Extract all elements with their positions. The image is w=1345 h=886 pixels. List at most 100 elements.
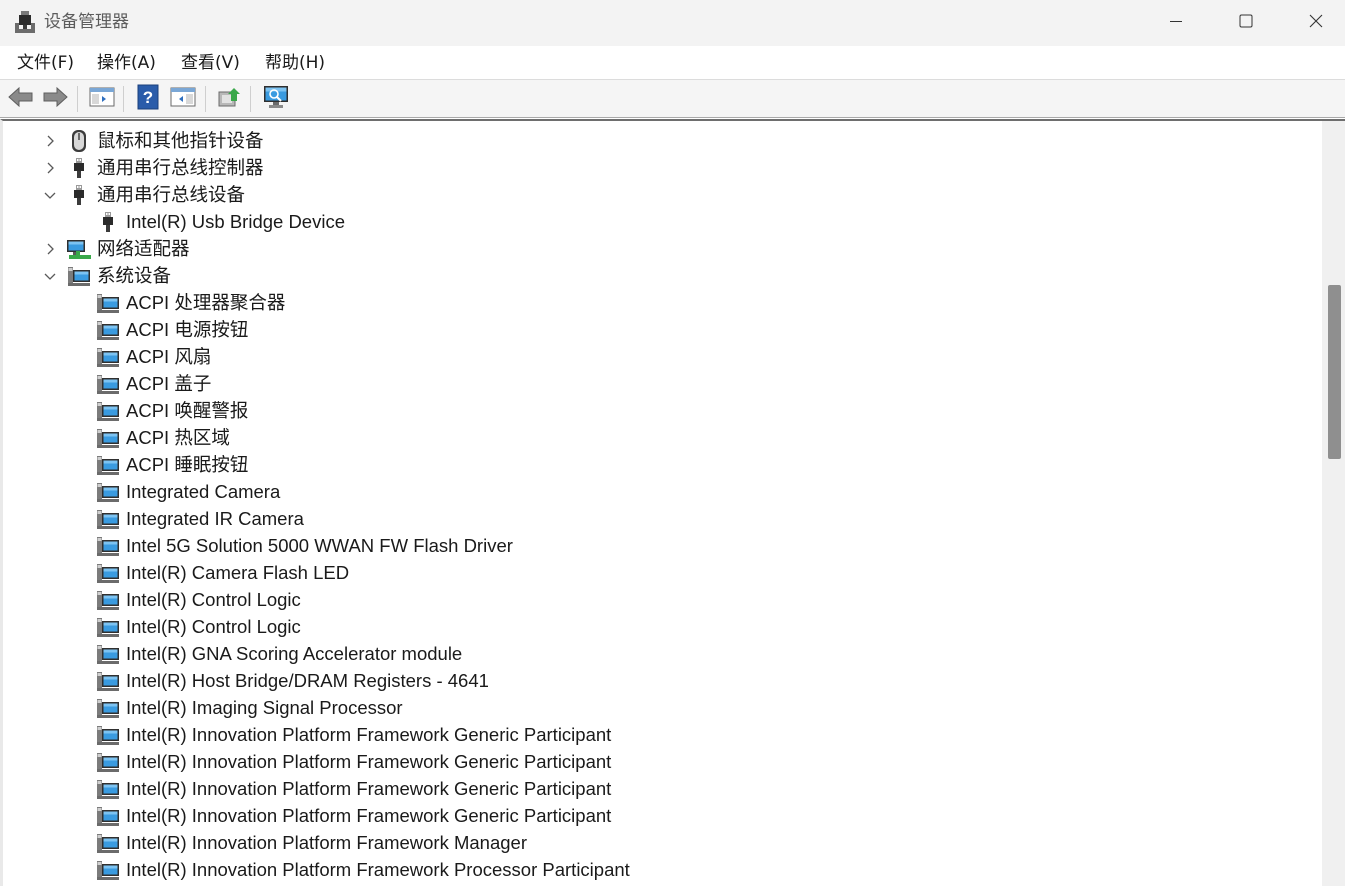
tree-device-item[interactable]: Intel(R) Innovation Platform Framework G…: [96, 802, 611, 829]
mouse-icon: [67, 130, 91, 152]
tree-category-usb-controllers[interactable]: 通用串行总线控制器: [67, 154, 264, 181]
tree-device-item[interactable]: Intel(R) Innovation Platform Framework G…: [96, 748, 611, 775]
tree-device-label: ACPI 热区域: [126, 426, 230, 448]
tree-device-item[interactable]: Intel(R) Innovation Platform Framework P…: [96, 856, 630, 883]
update-driver-icon: [216, 84, 242, 114]
expand-chevron-right-icon[interactable]: [42, 133, 58, 149]
tree-device-item[interactable]: ACPI 处理器聚合器: [96, 289, 285, 316]
tree-category-mouse[interactable]: 鼠标和其他指针设备: [67, 127, 264, 154]
expand-chevron-right-icon[interactable]: [42, 241, 58, 257]
system-device-icon: [96, 832, 120, 854]
system-device-icon: [96, 373, 120, 395]
tree-device-label: ACPI 电源按钮: [126, 318, 249, 340]
tree-device-item[interactable]: Intel(R) Control Logic: [96, 613, 301, 640]
tree-category-label: 系统设备: [97, 264, 172, 286]
tree-category-label: 鼠标和其他指针设备: [97, 129, 264, 151]
system-device-icon: [96, 670, 120, 692]
tree-device-item[interactable]: Integrated Camera: [96, 478, 280, 505]
system-device-icon: [96, 643, 120, 665]
show-hide-console-tree-button[interactable]: [87, 84, 117, 114]
menu-action[interactable]: 操作(A): [97, 52, 156, 74]
tree-device-item[interactable]: ACPI 电源按钮: [96, 316, 248, 343]
tree-category-usb-devices[interactable]: 通用串行总线设备: [67, 181, 245, 208]
tree-device-label: ACPI 处理器聚合器: [126, 291, 286, 313]
system-device-icon: [96, 535, 120, 557]
expand-chevron-right-icon[interactable]: [42, 160, 58, 176]
toolbar-separator: [250, 86, 251, 112]
scan-hardware-changes-icon: [262, 84, 290, 114]
svg-text:?: ?: [143, 88, 153, 107]
tree-device-item[interactable]: Intel(R) Innovation Platform Framework M…: [96, 829, 527, 856]
tree-device-label: Intel(R) Innovation Platform Framework G…: [126, 777, 612, 799]
system-device-icon: [67, 265, 91, 287]
tree-device-item[interactable]: Intel(R) Host Bridge/DRAM Registers - 46…: [96, 667, 489, 694]
close-icon: [1308, 13, 1324, 33]
help-button[interactable]: ?: [133, 84, 163, 114]
toolbar-separator: [77, 86, 78, 112]
tree-device-item[interactable]: Intel 5G Solution 5000 WWAN FW Flash Dri…: [96, 532, 513, 559]
tree-device-label: ACPI 风扇: [126, 345, 212, 367]
usb-icon: [67, 184, 91, 206]
menu-help[interactable]: 帮助(H): [265, 52, 325, 74]
tree-category-label: 通用串行总线设备: [97, 183, 246, 205]
scan-hardware-changes-button[interactable]: [261, 84, 291, 114]
menu-view[interactable]: 查看(V): [181, 52, 240, 74]
usb-icon: [67, 157, 91, 179]
system-device-icon: [96, 616, 120, 638]
tree-device-item[interactable]: ACPI 唤醒警报: [96, 397, 248, 424]
tree-device-item[interactable]: ACPI 风扇: [96, 343, 211, 370]
title-bar[interactable]: 设备管理器: [0, 0, 1345, 46]
menu-file[interactable]: 文件(F): [17, 52, 74, 74]
system-device-icon: [96, 292, 120, 314]
tree-device-item[interactable]: Intel(R) Usb Bridge Device: [96, 208, 345, 235]
minimize-button[interactable]: [1141, 0, 1211, 46]
tree-device-label: Intel(R) Innovation Platform Framework P…: [126, 858, 630, 880]
tree-device-label: ACPI 盖子: [126, 372, 212, 394]
toolbar-separator: [205, 86, 206, 112]
tree-device-label: Intel(R) Innovation Platform Framework G…: [126, 750, 612, 772]
forward-button[interactable]: [40, 84, 70, 114]
tree-device-item[interactable]: Intel(R) GNA Scoring Accelerator module: [96, 640, 462, 667]
system-device-icon: [96, 859, 120, 881]
system-device-icon: [96, 319, 120, 341]
tree-device-item[interactable]: Intel(R) Innovation Platform Framework G…: [96, 721, 611, 748]
tree-device-item[interactable]: ACPI 盖子: [96, 370, 211, 397]
tree-category-network-adapters[interactable]: 网络适配器: [67, 235, 190, 262]
toolbar: ?: [0, 79, 1345, 118]
tree-device-label: Intel(R) Innovation Platform Framework G…: [126, 723, 612, 745]
back-button[interactable]: [6, 84, 36, 114]
properties-pane-button[interactable]: [168, 84, 198, 114]
update-driver-button[interactable]: [214, 84, 244, 114]
system-device-icon: [96, 724, 120, 746]
tree-device-item[interactable]: Intel(R) Camera Flash LED: [96, 559, 349, 586]
collapse-chevron-down-icon[interactable]: [42, 268, 58, 284]
system-device-icon: [96, 400, 120, 422]
system-device-icon: [96, 562, 120, 584]
tree-device-item[interactable]: Integrated IR Camera: [96, 505, 304, 532]
minimize-icon: [1168, 13, 1184, 33]
system-device-icon: [96, 481, 120, 503]
tree-device-label: Intel(R) Control Logic: [126, 588, 301, 610]
tree-device-label: ACPI 睡眠按钮: [126, 453, 249, 475]
vertical-scrollbar[interactable]: [1322, 121, 1345, 886]
scrollbar-thumb[interactable]: [1328, 285, 1341, 459]
tree-device-item[interactable]: ACPI 热区域: [96, 424, 230, 451]
tree-device-item[interactable]: Intel(R) Imaging Signal Processor: [96, 694, 403, 721]
system-device-icon: [96, 346, 120, 368]
tree-device-label: Intel(R) Camera Flash LED: [126, 561, 350, 583]
tree-device-label: Intel(R) Innovation Platform Framework M…: [126, 831, 527, 853]
system-device-icon: [96, 805, 120, 827]
tree-device-item[interactable]: Intel(R) Innovation Platform Framework G…: [96, 775, 611, 802]
system-device-icon: [96, 589, 120, 611]
device-manager-app-icon: [14, 10, 36, 34]
tree-device-item[interactable]: Intel(R) Control Logic: [96, 586, 301, 613]
tree-device-label: Intel(R) Host Bridge/DRAM Registers - 46…: [126, 669, 489, 691]
collapse-chevron-down-icon[interactable]: [42, 187, 58, 203]
tree-category-system-devices[interactable]: 系统设备: [67, 262, 171, 289]
show-hide-console-tree-icon: [89, 86, 115, 112]
tree-device-label: ACPI 唤醒警报: [126, 399, 249, 421]
close-button[interactable]: [1281, 0, 1345, 46]
maximize-button[interactable]: [1211, 0, 1281, 46]
system-device-icon: [96, 427, 120, 449]
tree-device-item[interactable]: ACPI 睡眠按钮: [96, 451, 248, 478]
